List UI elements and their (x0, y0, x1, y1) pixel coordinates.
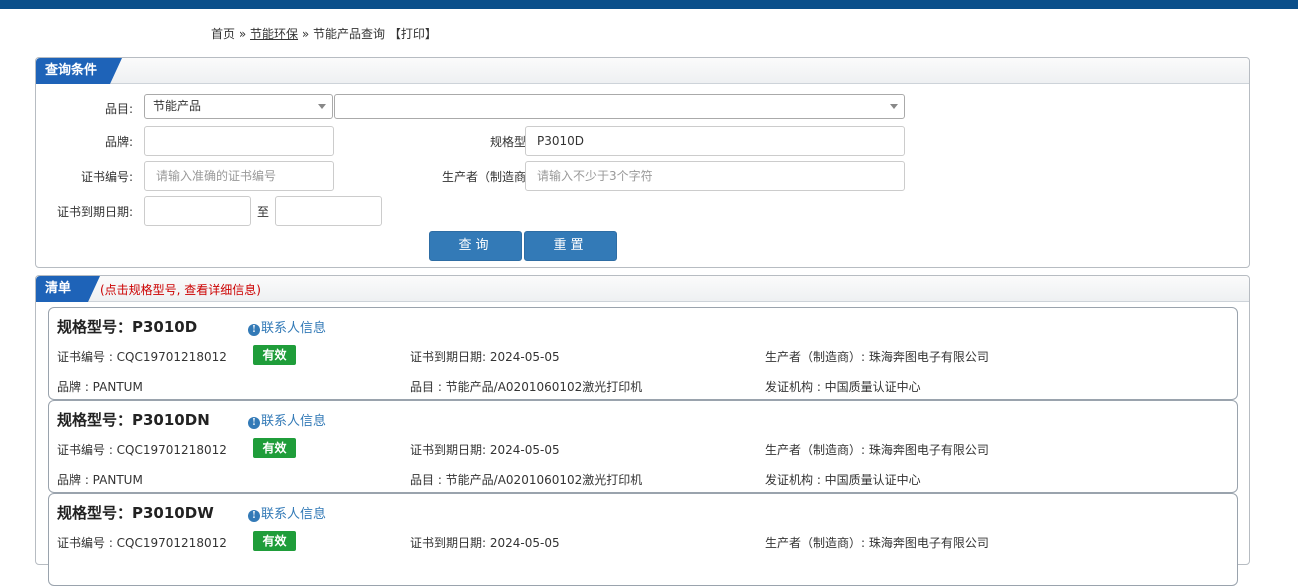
breadcrumb-home[interactable]: 首页 (211, 27, 235, 41)
category-label: 品目: (104, 102, 133, 116)
query-panel: 查询条件 品目: 节能产品 品牌: 规格型号: P3010D 证书编号: 请输入… (35, 57, 1250, 268)
status-badge: 有效 (253, 531, 296, 551)
chevron-down-icon (318, 104, 326, 109)
model-input[interactable]: P3010D (525, 126, 905, 156)
expiry-date-label: 证书到期日期: (56, 205, 133, 219)
category-select-value: 节能产品 (153, 99, 202, 113)
model-link[interactable]: 规格型号：P3010DN (57, 409, 210, 430)
expiry-date: 证书到期日期: 2024-05-05 (410, 536, 560, 550)
chevron-down-icon (890, 104, 898, 109)
contact-info-link[interactable]: ! 联系人信息 (248, 503, 326, 522)
expiry-to-separator: 至 (257, 205, 270, 219)
contact-info-link[interactable]: ! 联系人信息 (248, 317, 326, 336)
query-panel-title: 查询条件 (36, 58, 122, 84)
breadcrumb-current-page: 节能产品查询 (313, 27, 386, 41)
reset-button[interactable]: 重置 (524, 231, 617, 261)
expiry-from-input[interactable] (144, 196, 251, 226)
cert-number: 证书编号 : CQC19701218012 (57, 350, 227, 364)
maker: 生产者（制造商）: 珠海奔图电子有限公司 (765, 443, 989, 457)
list-item: 规格型号：P3010DN ! 联系人信息 证书编号 : CQC1970121801… (48, 400, 1238, 493)
maker: 生产者（制造商）: 珠海奔图电子有限公司 (765, 536, 989, 550)
cert-number-label: 证书编号: (80, 170, 133, 184)
results-panel-header: 清单 (点击规格型号, 查看详细信息) (36, 276, 1249, 302)
contact-info-label: 联系人信息 (261, 321, 327, 336)
breadcrumb: 首页 » 节能环保 » 节能产品查询 【打印】 (211, 25, 437, 42)
results-panel-title: 清单 (36, 276, 100, 302)
list-item: 规格型号：P3010D ! 联系人信息 证书编号 : CQC19701218012… (48, 307, 1238, 400)
model-link[interactable]: 规格型号：P3010DW (57, 502, 214, 523)
brand: 品牌 : PANTUM (57, 380, 143, 394)
info-icon: ! (248, 324, 260, 336)
brand: 品牌 : PANTUM (57, 473, 143, 487)
top-bar (0, 0, 1298, 9)
maker: 生产者（制造商）: 珠海奔图电子有限公司 (765, 350, 989, 364)
results-hint: (点击规格型号, 查看详细信息) (100, 283, 261, 297)
cert-number: 证书编号 : CQC19701218012 (57, 443, 227, 457)
info-icon: ! (248, 417, 260, 429)
expiry-to-input[interactable] (275, 196, 382, 226)
subcategory-select[interactable] (334, 94, 905, 119)
results-panel: 清单 (点击规格型号, 查看详细信息) 规格型号：P3010D ! 联系人信息 证… (35, 275, 1250, 586)
expiry-date: 证书到期日期: 2024-05-05 (410, 350, 560, 364)
status-badge: 有效 (253, 438, 296, 458)
category: 品目 : 节能产品/A0201060102激光打印机 (410, 380, 643, 394)
cert-number: 证书编号 : CQC19701218012 (57, 536, 227, 550)
search-button[interactable]: 查询 (429, 231, 522, 261)
category-select[interactable]: 节能产品 (144, 94, 333, 119)
list-item: 规格型号：P3010DW ! 联系人信息 证书编号 : CQC1970121801… (48, 493, 1238, 586)
category: 品目 : 节能产品/A0201060102激光打印机 (410, 473, 643, 487)
breadcrumb-section-link[interactable]: 节能环保 (250, 27, 298, 41)
issuer: 发证机构 : 中国质量认证中心 (765, 473, 921, 487)
brand-label: 品牌: (104, 135, 133, 149)
print-link[interactable]: 【打印】 (389, 27, 437, 41)
contact-info-label: 联系人信息 (261, 507, 327, 522)
model-link[interactable]: 规格型号：P3010D (57, 316, 197, 337)
contact-info-label: 联系人信息 (261, 414, 327, 429)
contact-info-link[interactable]: ! 联系人信息 (248, 410, 326, 429)
issuer: 发证机构 : 中国质量认证中心 (765, 380, 921, 394)
info-icon: ! (248, 510, 260, 522)
status-badge: 有效 (253, 345, 296, 365)
maker-input[interactable]: 请输入不少于3个字符 (525, 161, 905, 191)
brand-input[interactable] (144, 126, 334, 156)
cert-number-input[interactable]: 请输入准确的证书编号 (144, 161, 334, 191)
breadcrumb-separator: » (301, 27, 310, 41)
expiry-date: 证书到期日期: 2024-05-05 (410, 443, 560, 457)
query-panel-header: 查询条件 (36, 58, 1249, 84)
breadcrumb-separator: » (238, 27, 247, 41)
